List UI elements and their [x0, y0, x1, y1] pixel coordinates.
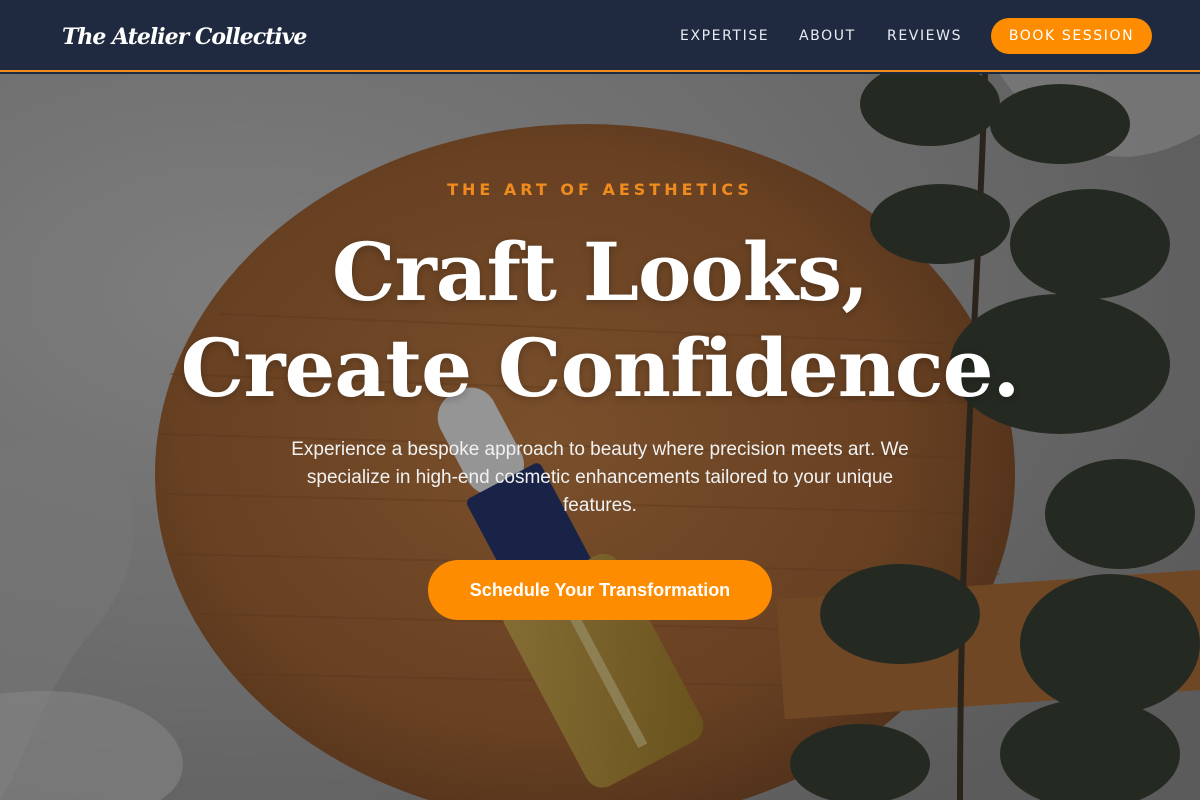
- hero-headline-line2: Create Confidence.: [180, 321, 1021, 415]
- brand-logo[interactable]: The Atelier Collective: [62, 20, 307, 54]
- nav-link-about[interactable]: ABOUT: [799, 24, 856, 48]
- top-nav: The Atelier Collective EXPERTISE ABOUT R…: [0, 0, 1200, 72]
- hero-headline-line1: Craft Looks,: [331, 225, 869, 319]
- hero-subtext: Experience a bespoke approach to beauty …: [291, 439, 909, 516]
- nav-link-expertise[interactable]: EXPERTISE: [680, 24, 769, 48]
- hero-section: THE ART OF AESTHETICS Craft Looks, Creat…: [0, 74, 1200, 800]
- book-session-button[interactable]: BOOK SESSION: [991, 18, 1152, 54]
- schedule-transformation-button[interactable]: Schedule Your Transformation: [428, 560, 772, 620]
- hero-headline: Craft Looks, Create Confidence.: [0, 224, 1200, 416]
- hero-eyebrow: THE ART OF AESTHETICS: [447, 180, 753, 199]
- nav-link-reviews[interactable]: REVIEWS: [887, 24, 962, 48]
